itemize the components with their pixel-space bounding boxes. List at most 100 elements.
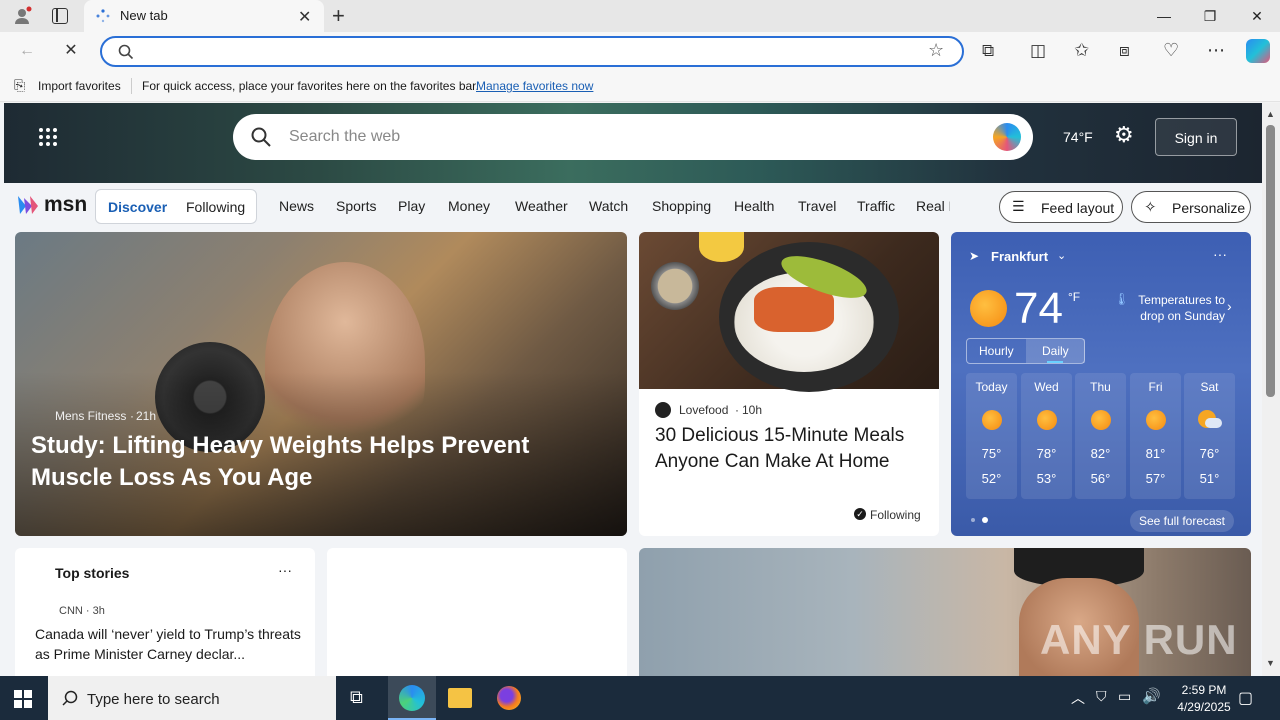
- favorites-icon[interactable]: ✩: [1074, 40, 1089, 61]
- scrollbar-thumb[interactable]: [1266, 125, 1275, 397]
- nav-traffic[interactable]: Traffic: [857, 198, 895, 214]
- sign-in-label: Sign in: [1174, 130, 1218, 146]
- extensions-icon[interactable]: ⧉: [982, 41, 994, 61]
- forecast-day[interactable]: Wed 78° 53°: [1021, 373, 1072, 499]
- apps-grid-icon[interactable]: [38, 127, 58, 147]
- profile-icon[interactable]: [12, 6, 32, 26]
- nav-travel[interactable]: Travel: [798, 198, 836, 214]
- scroll-down-icon[interactable]: ▼: [1266, 658, 1275, 668]
- restore-icon[interactable]: ❐: [1187, 0, 1233, 32]
- day-low: 52°: [981, 471, 1002, 486]
- hero-temperature[interactable]: 74°F: [1063, 129, 1093, 145]
- story-headline[interactable]: Study: Lifting Heavy Weights Helps Preve…: [31, 430, 611, 494]
- tab-actions-icon[interactable]: [52, 8, 68, 24]
- personalize-icon: ✧: [1144, 199, 1157, 216]
- close-window-icon[interactable]: ✕: [1234, 0, 1280, 32]
- alert-chevron-icon[interactable]: ›: [1227, 298, 1232, 314]
- web-search-box[interactable]: Search the web: [233, 114, 1033, 160]
- notifications-icon[interactable]: ▢: [1238, 688, 1253, 708]
- copilot-search-icon[interactable]: [993, 123, 1021, 151]
- personalize-button[interactable]: ✧ Personalize: [1131, 191, 1251, 223]
- edge-taskbar-icon[interactable]: [388, 676, 436, 720]
- nav-play[interactable]: Play: [398, 198, 425, 214]
- back-icon[interactable]: ←: [16, 40, 38, 62]
- story-headline[interactable]: Canada will ‘never’ yield to Trump’s thr…: [35, 624, 301, 664]
- food-headline[interactable]: 30 Delicious 15-Minute Meals Anyone Can …: [655, 423, 931, 475]
- task-view-icon[interactable]: ⧉: [350, 687, 363, 708]
- day-name: Today: [975, 380, 1008, 394]
- msn-logo[interactable]: msn: [16, 192, 87, 218]
- copilot-icon[interactable]: [1246, 39, 1270, 63]
- weather-alert[interactable]: Temperatures to drop on Sunday: [1133, 292, 1225, 324]
- firefox-icon[interactable]: [497, 686, 521, 710]
- weather-unit[interactable]: °F: [1068, 290, 1080, 304]
- nav-health[interactable]: Health: [734, 198, 774, 214]
- clock-time[interactable]: 2:59 PM: [1173, 683, 1235, 697]
- minimize-icon[interactable]: —: [1141, 0, 1187, 32]
- import-favorites-button[interactable]: Import favorites: [38, 79, 121, 93]
- nav-weather[interactable]: Weather: [515, 198, 568, 214]
- volume-icon[interactable]: 🔊: [1142, 687, 1161, 705]
- food-image: [639, 232, 939, 392]
- nav-sports[interactable]: Sports: [336, 198, 376, 214]
- carousel-dot[interactable]: [971, 518, 975, 522]
- weather-location[interactable]: Frankfurt: [991, 249, 1048, 264]
- nav-news[interactable]: News: [279, 198, 314, 214]
- start-button[interactable]: [14, 690, 32, 708]
- nav-watch[interactable]: Watch: [589, 198, 628, 214]
- weather-card[interactable]: ➤ Frankfurt ⌄ ··· 74 °F 🌡 Temperatures t…: [951, 232, 1251, 536]
- more-menu-icon[interactable]: ⋯: [1207, 40, 1225, 61]
- address-bar[interactable]: ☆: [100, 36, 964, 67]
- food-story-card[interactable]: Lovefood · 10h 30 Delicious 15-Minute Me…: [639, 232, 939, 536]
- tab-daily-underline: [1047, 361, 1063, 363]
- favorite-star-icon[interactable]: ☆: [928, 40, 944, 61]
- network-icon[interactable]: ▭: [1118, 688, 1131, 705]
- forecast-day[interactable]: Sat 76° 51°: [1184, 373, 1235, 499]
- clock-date[interactable]: 4/29/2025: [1168, 700, 1240, 714]
- sign-in-button[interactable]: Sign in: [1155, 118, 1237, 156]
- forecast-day[interactable]: Today 75° 52°: [966, 373, 1017, 499]
- new-tab-icon[interactable]: +: [332, 3, 345, 29]
- browser-essentials-icon[interactable]: ♡: [1163, 40, 1179, 61]
- manage-favorites-link[interactable]: Manage favorites now: [476, 79, 593, 93]
- forecast-day[interactable]: Fri 81° 57°: [1130, 373, 1181, 499]
- tab-daily[interactable]: Daily: [1042, 344, 1069, 358]
- day-high: 76°: [1199, 446, 1220, 461]
- defender-icon[interactable]: ⛉: [1096, 688, 1107, 705]
- food-age: 10h: [742, 403, 763, 417]
- source-dot: ·: [130, 409, 134, 423]
- see-full-forecast-button[interactable]: See full forecast: [1130, 510, 1234, 532]
- tab-following[interactable]: Following: [186, 199, 245, 215]
- settings-gear-icon[interactable]: ⚙: [1114, 122, 1134, 148]
- following-label[interactable]: Following: [870, 508, 921, 522]
- top-stories-more-icon[interactable]: ···: [278, 562, 292, 578]
- stop-loading-icon[interactable]: ✕: [60, 40, 82, 62]
- main-story-card[interactable]: Mens Fitness · 21h Study: Lifting Heavy …: [15, 232, 627, 536]
- show-hidden-icons[interactable]: ︿: [1071, 688, 1085, 708]
- nav-money[interactable]: Money: [448, 198, 490, 214]
- split-screen-icon[interactable]: ◫: [1030, 41, 1046, 61]
- top-stories-title[interactable]: Top stories: [55, 565, 129, 581]
- day-name: Sat: [1200, 380, 1219, 394]
- forecast-day[interactable]: Thu 82° 56°: [1075, 373, 1126, 499]
- close-tab-icon[interactable]: ✕: [298, 7, 311, 27]
- tab-new-tab[interactable]: New tab ✕: [84, 0, 324, 32]
- file-explorer-icon[interactable]: [448, 688, 472, 708]
- nav-shopping[interactable]: Shopping: [652, 198, 711, 214]
- carousel-dot-active[interactable]: [982, 517, 988, 523]
- taskbar-search-box[interactable]: Type here to search: [48, 676, 336, 720]
- tab-discover[interactable]: Discover: [108, 199, 167, 215]
- web-search-placeholder[interactable]: Search the web: [289, 128, 400, 146]
- page-scrollbar[interactable]: ▲ ▼: [1262, 103, 1280, 676]
- tab-hourly[interactable]: Hourly: [979, 344, 1014, 358]
- location-chevron-icon[interactable]: ⌄: [1057, 249, 1066, 262]
- sun-icon: [981, 410, 1002, 430]
- weather-more-icon[interactable]: ···: [1213, 246, 1227, 262]
- tab-title: New tab: [120, 8, 168, 23]
- taskbar-search-placeholder[interactable]: Type here to search: [87, 691, 220, 708]
- feed-layout-button[interactable]: ☰ Feed layout: [999, 191, 1123, 223]
- favorites-divider: [131, 78, 132, 94]
- collections-icon[interactable]: ⧈: [1119, 41, 1130, 61]
- scroll-up-icon[interactable]: ▲: [1266, 109, 1275, 119]
- nav-real-estate[interactable]: Real E: [916, 198, 950, 214]
